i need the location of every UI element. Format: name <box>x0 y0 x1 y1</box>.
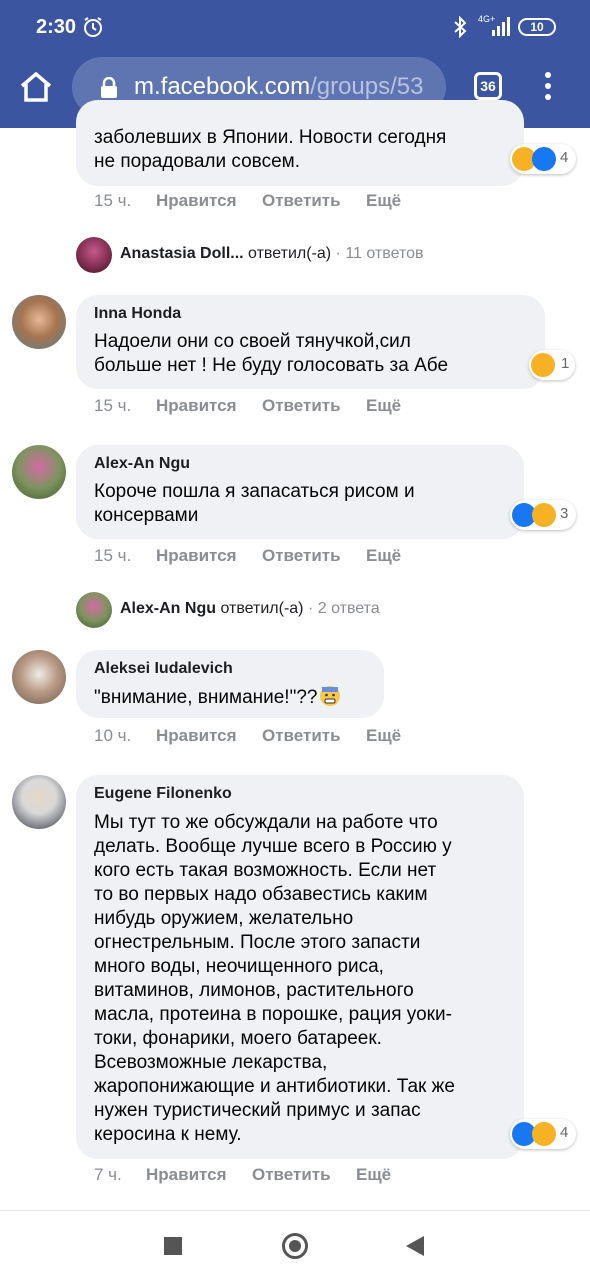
comment-author[interactable]: Alex-An Ngu <box>94 455 190 473</box>
tab-switcher-button[interactable]: 36 <box>474 72 502 100</box>
battery-indicator: 10 <box>518 18 556 36</box>
more-button[interactable]: Ещё <box>366 396 401 416</box>
comment-text: Надоели они со своей тянучкой,сил больше… <box>94 331 449 376</box>
comment-actions: 10 ч. Нравится Ответить Ещё <box>94 726 514 748</box>
lock-icon <box>101 77 117 98</box>
comment-actions: 15 ч. Нравится Ответить Ещё <box>94 396 514 418</box>
comment-bubble: Alex-An Ngu Короче пошла я запасаться ри… <box>76 445 524 539</box>
reaction-summary[interactable]: 4 <box>510 1119 576 1149</box>
comment-text: заболевших в Японии. Новости сегодня не … <box>94 127 447 172</box>
status-bar: 2:30 4G+ 10 <box>0 0 590 56</box>
replies-link[interactable]: Alex-An Ngu ответил(-а) · 2 ответа <box>120 600 380 618</box>
like-reaction-icon <box>532 147 556 171</box>
reply-separator: · <box>307 600 314 617</box>
reply-verb: ответил(-а) <box>248 245 332 262</box>
status-time: 2:30 <box>36 16 77 38</box>
comment-time: 15 ч. <box>94 546 132 565</box>
reaction-summary[interactable]: 4 <box>510 144 576 174</box>
url-path: /groups/53 <box>310 73 424 100</box>
recent-apps-icon[interactable] <box>164 1237 182 1255</box>
reply-verb: ответил(-а) <box>220 600 304 617</box>
alarm-icon <box>84 17 102 37</box>
reaction-count: 4 <box>560 1124 569 1141</box>
like-button[interactable]: Нравится <box>156 726 237 746</box>
comment-actions: 7 ч. Нравится Ответить Ещё <box>94 1165 514 1187</box>
home-nav-icon[interactable] <box>282 1233 308 1259</box>
comment-bubble: Eugene Filonenko Мы тут то же обсуждали … <box>76 775 524 1159</box>
replies-link[interactable]: Anastasia Doll... ответил(-а) · 11 ответ… <box>120 245 424 263</box>
reaction-count: 3 <box>560 505 569 522</box>
more-button[interactable]: Ещё <box>366 546 401 566</box>
avatar[interactable] <box>12 445 66 499</box>
url-domain: m.facebook.com <box>134 73 311 100</box>
like-button[interactable]: Нравится <box>156 546 237 566</box>
avatar[interactable] <box>76 237 112 273</box>
comment-time: 15 ч. <box>94 396 132 415</box>
avatar[interactable] <box>76 592 112 628</box>
bluetooth-icon <box>454 16 467 38</box>
system-nav-bar <box>0 1210 590 1280</box>
reply-author: Alex-An Ngu <box>120 600 216 617</box>
comment-time: 15 ч. <box>94 191 132 210</box>
url-text: m.facebook.com/groups/53 <box>134 73 424 101</box>
reply-button[interactable]: Ответить <box>262 191 341 211</box>
anxious-face-emoji-icon <box>320 686 341 706</box>
more-button[interactable]: Ещё <box>366 191 401 211</box>
reply-button[interactable]: Ответить <box>252 1165 331 1185</box>
reaction-count: 1 <box>561 355 570 372</box>
like-button[interactable]: Нравится <box>146 1165 227 1185</box>
avatar[interactable] <box>12 650 66 704</box>
reply-author: Anastasia Doll... <box>120 245 244 262</box>
comment-bubble: заболевших в Японии. Новости сегодня не … <box>76 100 524 186</box>
comment-time: 7 ч. <box>94 1165 122 1184</box>
haha-reaction-icon <box>532 503 556 527</box>
more-button[interactable]: Ещё <box>366 726 401 746</box>
comment-text-content: "внимание, внимание!"?? <box>94 687 318 708</box>
reply-count: 2 ответа <box>317 600 380 617</box>
haha-reaction-icon <box>531 353 555 377</box>
haha-reaction-icon <box>532 1122 556 1146</box>
avatar[interactable] <box>12 775 66 829</box>
comment-text: Мы тут то же обсуждали на работе что дел… <box>94 812 455 1145</box>
reply-separator: · <box>335 245 341 262</box>
more-button[interactable]: Ещё <box>356 1165 391 1185</box>
signal-icon <box>492 17 510 36</box>
comment-author[interactable]: Aleksei Iudalevich <box>94 660 233 678</box>
comment-actions: 15 ч. Нравится Ответить Ещё <box>94 546 514 568</box>
comment-time: 10 ч. <box>94 726 132 745</box>
back-icon[interactable] <box>406 1236 424 1256</box>
comment-text: "внимание, внимание!"?? <box>94 685 341 710</box>
comment-actions: 15 ч. Нравится Ответить Ещё <box>94 191 514 213</box>
comment-text: Короче пошла я запасаться рисом и консер… <box>94 481 415 526</box>
reply-button[interactable]: Ответить <box>262 546 341 566</box>
avatar[interactable] <box>12 295 66 349</box>
reply-button[interactable]: Ответить <box>262 396 341 416</box>
reaction-count: 4 <box>560 149 569 166</box>
comment-bubble: Aleksei Iudalevich "внимание, внимание!"… <box>76 650 384 718</box>
like-button[interactable]: Нравится <box>156 396 237 416</box>
home-icon[interactable] <box>18 70 54 104</box>
reaction-summary[interactable]: 1 <box>529 350 575 380</box>
comment-bubble: Inna Honda Надоели они со своей тянучкой… <box>76 295 545 389</box>
reply-count: 11 ответов <box>345 245 424 262</box>
more-menu-icon[interactable] <box>538 72 558 102</box>
comment-author[interactable]: Inna Honda <box>94 305 181 323</box>
reply-button[interactable]: Ответить <box>262 726 341 746</box>
reaction-summary[interactable]: 3 <box>510 500 576 530</box>
comment-author[interactable]: Eugene Filonenko <box>94 785 232 803</box>
like-button[interactable]: Нравится <box>156 191 237 211</box>
